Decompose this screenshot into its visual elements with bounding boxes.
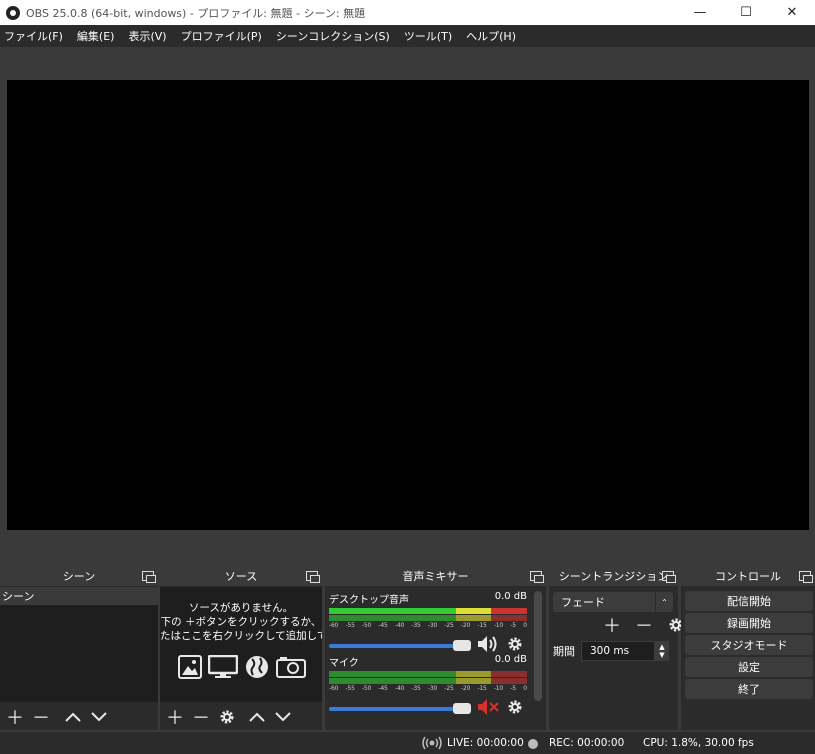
undock-icon[interactable] [799, 571, 813, 583]
display-capture-icon [208, 655, 238, 678]
start-streaming-button[interactable]: 配信開始 [685, 591, 813, 611]
record-dot-icon [528, 739, 538, 749]
move-up-icon[interactable] [60, 706, 86, 728]
duration-stepper[interactable]: ▲ ▼ [655, 641, 669, 661]
menu-view[interactable]: 表示(V) [124, 28, 174, 44]
volume-meter [329, 671, 527, 677]
menu-edit[interactable]: 編集(E) [73, 28, 123, 44]
undock-icon[interactable] [662, 571, 676, 583]
transitions-dock-title: シーントランジション [549, 566, 678, 586]
add-icon[interactable]: ＋ [599, 614, 625, 637]
window-controls: — ☐ ✕ [677, 0, 815, 25]
remove-icon[interactable]: － [188, 706, 214, 729]
channel-name: マイク [329, 658, 359, 669]
slider-handle[interactable] [453, 702, 471, 714]
preview-canvas[interactable] [7, 80, 809, 530]
maximize-button[interactable]: ☐ [723, 0, 769, 25]
source-type-icons [178, 655, 306, 679]
studio-mode-button[interactable]: スタジオモード [685, 635, 813, 655]
menu-bar: ファイル(F) 編集(E) 表示(V) プロファイル(P) シーンコレクション(… [0, 25, 815, 47]
transition-toolbar: ＋ － [599, 614, 689, 637]
mixer-channel-mic: マイク 0.0 dB -60 -55 -50 -45 -40 -35 -30 -25 -20 -1… [329, 654, 527, 719]
volume-meter [329, 615, 527, 621]
sources-empty-message: ソースがありません。 下の ＋ボタンをクリックするか、 たはここを右クリックして… [160, 602, 322, 642]
cpu-fps: CPU: 1.8%, 30.00 fps [643, 737, 754, 749]
title-bar: OBS 25.0.8 (64-bit, windows) - プロファイル: 無… [0, 0, 815, 25]
muted-speaker-icon[interactable] [477, 698, 499, 719]
window-title: OBS 25.0.8 (64-bit, windows) - プロファイル: 無… [26, 6, 366, 20]
source-list[interactable]: ソースがありません。 下の ＋ボタンをクリックするか、 たはここを右クリックして… [160, 587, 322, 702]
sources-title-label: ソース [224, 570, 258, 583]
audio-mixer-dock: 音声ミキサー デスクトップ音声 0.0 dB -60 -55 -50 -45 -40 -3… [325, 566, 546, 730]
move-up-icon[interactable] [244, 706, 270, 728]
menu-file[interactable]: ファイル(F) [0, 28, 71, 44]
scene-list[interactable]: シーン [0, 587, 158, 702]
mixer-title-label: 音声ミキサー [402, 570, 469, 583]
gear-icon[interactable] [507, 699, 523, 718]
controls-title-label: コントロール [715, 570, 781, 583]
menu-profile[interactable]: プロファイル(P) [177, 28, 270, 44]
menu-tools[interactable]: ツール(T) [400, 28, 460, 44]
list-item[interactable]: シーン [0, 587, 158, 605]
slider-handle[interactable] [453, 639, 471, 651]
start-recording-button[interactable]: 録画開始 [685, 613, 813, 633]
mixer-body: デスクトップ音声 0.0 dB -60 -55 -50 -45 -40 -35 -30 -25… [325, 587, 546, 730]
scenes-toolbar: ＋ － [0, 704, 158, 730]
image-icon [178, 655, 202, 679]
mixer-channel-desktop: デスクトップ音声 0.0 dB -60 -55 -50 -45 -40 -35 -30 -25… [329, 591, 527, 656]
remove-icon[interactable]: － [631, 614, 657, 637]
sources-dock: ソース ソースがありません。 下の ＋ボタンをクリックするか、 たはここを右クリ… [160, 566, 322, 730]
volume-slider[interactable] [329, 639, 471, 651]
volume-meter [329, 608, 527, 614]
scenes-title-label: シーン [62, 570, 96, 583]
remove-icon[interactable]: － [28, 706, 54, 729]
add-icon[interactable]: ＋ [162, 706, 188, 729]
mixer-dock-title: 音声ミキサー [325, 566, 546, 586]
meter-ticks: -60 -55 -50 -45 -40 -35 -30 -25 -20 -15 -10 -5 0 [329, 622, 527, 629]
menu-scene-collection[interactable]: シーンコレクション(S) [272, 28, 398, 44]
close-button[interactable]: ✕ [769, 0, 815, 25]
speaker-icon[interactable] [477, 635, 499, 656]
sources-dock-title: ソース [160, 566, 322, 586]
gear-icon[interactable] [214, 706, 240, 728]
scene-transitions-dock: シーントランジション フェード ⌃ ＋ － 期間 300 ms ▲ ▼ [549, 566, 683, 730]
gear-icon[interactable] [507, 636, 523, 655]
mixer-scrollbar[interactable] [534, 591, 542, 701]
browser-globe-icon [246, 656, 268, 678]
live-broadcast-icon [422, 736, 442, 753]
scenes-dock-title: シーン [0, 566, 158, 586]
channel-name: デスクトップ音声 [329, 595, 409, 606]
controls-dock-title: コントロール [681, 566, 815, 586]
controls-dock: コントロール 配信開始 録画開始 スタジオモード 設定 終了 [681, 566, 815, 730]
transition-select[interactable]: フェード ⌃ [553, 592, 673, 612]
volume-slider[interactable] [329, 702, 471, 714]
duration-row: 期間 300 ms ▲ ▼ [553, 641, 669, 661]
settings-button[interactable]: 設定 [685, 657, 813, 677]
transitions-title-label: シーントランジション [558, 570, 669, 583]
rec-timer: REC: 00:00:00 [549, 737, 625, 749]
exit-button[interactable]: 終了 [685, 679, 813, 699]
preview-area [0, 47, 815, 565]
duration-label: 期間 [553, 645, 575, 658]
chevron-updown-icon: ⌃ [655, 592, 673, 612]
duration-input[interactable]: 300 ms [581, 641, 655, 661]
undock-icon[interactable] [142, 571, 156, 583]
scenes-dock: シーン シーン ＋ － [0, 566, 158, 730]
channel-level: 0.0 dB [494, 591, 527, 602]
volume-meter [329, 678, 527, 684]
obs-logo-icon [6, 5, 20, 20]
move-down-icon[interactable] [270, 706, 296, 728]
add-icon[interactable]: ＋ [2, 706, 28, 729]
meter-ticks: -60 -55 -50 -45 -40 -35 -30 -25 -20 -15 -10 -5 0 [329, 685, 527, 692]
menu-help[interactable]: ヘルプ(H) [462, 28, 524, 44]
sources-toolbar: ＋ － [160, 704, 322, 730]
live-timer: LIVE: 00:00:00 [447, 737, 524, 749]
undock-icon[interactable] [530, 571, 544, 583]
minimize-button[interactable]: — [677, 0, 723, 25]
undock-icon[interactable] [306, 571, 320, 583]
move-down-icon[interactable] [86, 706, 112, 728]
status-bar: LIVE: 00:00:00 REC: 00:00:00 CPU: 1.8%, … [0, 732, 815, 754]
camera-icon [276, 657, 306, 678]
channel-level: 0.0 dB [494, 654, 527, 665]
